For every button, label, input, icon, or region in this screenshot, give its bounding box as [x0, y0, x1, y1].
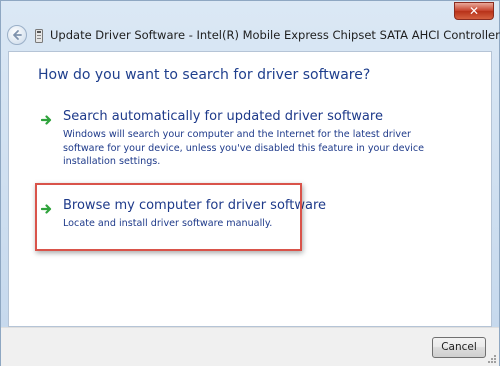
- dialog-window: ✕ Update Driver Software - Intel(R) Mobi…: [0, 0, 500, 366]
- search-automatically-description: Windows will search your computer and th…: [63, 129, 424, 167]
- content-panel: How do you want to search for driver sof…: [8, 51, 492, 327]
- back-arrow-icon: [13, 30, 22, 40]
- window-title: Update Driver Software - Intel(R) Mobile…: [50, 28, 500, 42]
- close-button[interactable]: ✕: [454, 2, 494, 20]
- close-icon: ✕: [468, 4, 480, 18]
- green-arrow-icon: [41, 115, 52, 125]
- search-automatically-title: Search automatically for updated driver …: [63, 109, 383, 124]
- footer-bar: Cancel: [1, 327, 499, 366]
- back-button[interactable]: [7, 25, 27, 45]
- navigation-bar: Update Driver Software - Intel(R) Mobile…: [1, 23, 500, 51]
- cancel-button[interactable]: Cancel: [432, 337, 486, 358]
- page-heading: How do you want to search for driver sof…: [38, 67, 371, 83]
- highlight-box: [35, 183, 302, 251]
- device-icon: [35, 29, 43, 43]
- resize-grip-icon[interactable]: [487, 354, 497, 364]
